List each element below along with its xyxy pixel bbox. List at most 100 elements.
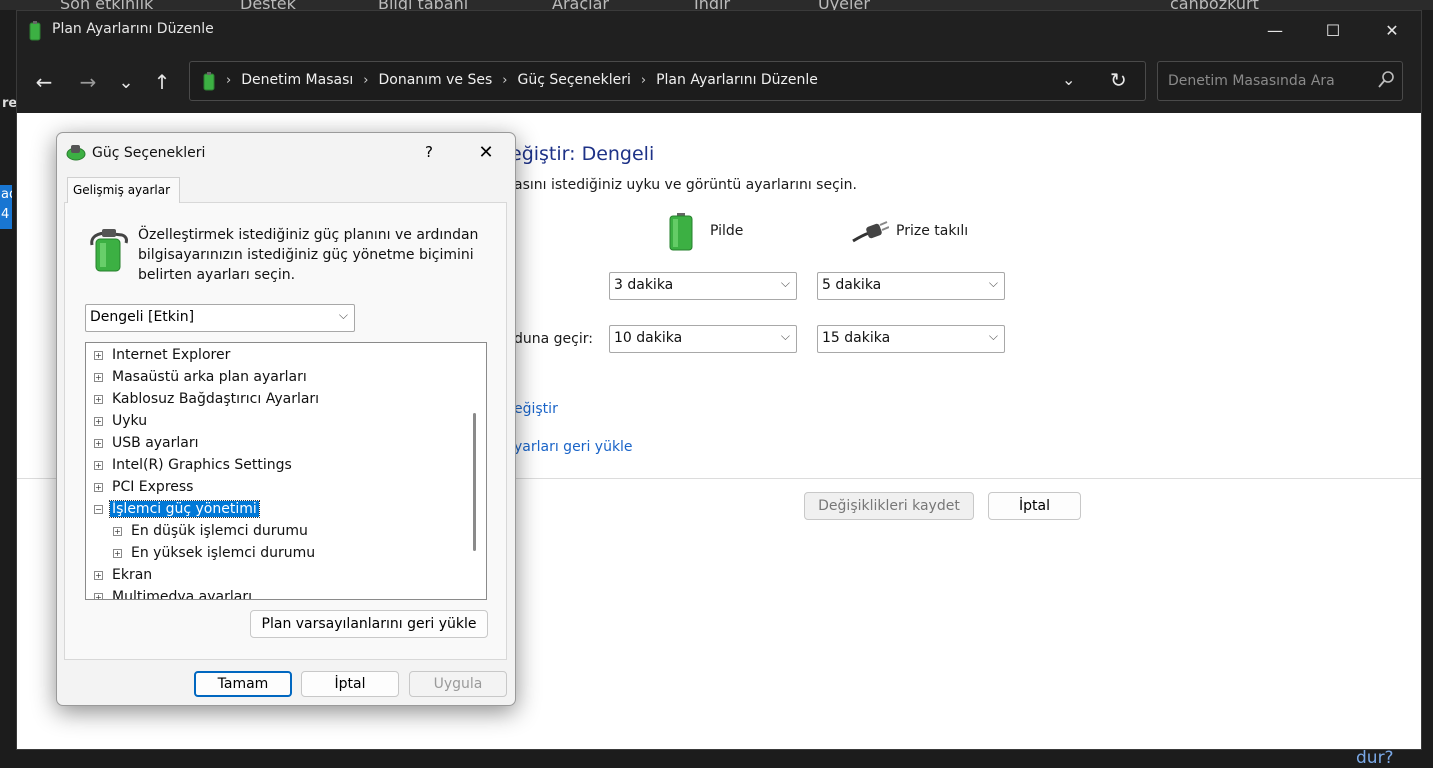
power-plan-icon [90,229,128,272]
chevron-down-icon: ⌵ [780,276,790,290]
expand-icon[interactable]: + [94,416,103,426]
search-input[interactable]: Denetim Masasında Ara [1157,61,1403,101]
close-button[interactable]: ✕ [1363,11,1421,49]
expand-icon[interactable]: + [94,592,103,599]
restore-defaults-link[interactable]: yarları geri yükle [514,439,633,455]
back-button[interactable]: ← [27,67,61,97]
expand-icon[interactable]: + [94,372,103,382]
breadcrumb-item-hardware[interactable]: Donanım ve Ses [378,72,492,88]
tree-item-label: Ekran [112,567,153,583]
tree-scrollbar[interactable] [473,413,476,551]
tree-item-label: En düşük işlemci durumu [131,523,308,539]
battery-app-icon [29,21,41,41]
breadcrumb: › Denetim Masası › Donanım ve Ses › Güç … [226,72,818,88]
display-off-plugged-value: 5 dakika [822,277,882,293]
expand-icon[interactable]: + [94,460,103,470]
minimize-button[interactable]: — [1246,11,1304,49]
tree-item-label: Intel(R) Graphics Settings [112,457,292,473]
chevron-right-icon: › [363,72,369,88]
tree-item-desktop-background[interactable]: + Masaüstü arka plan ayarları [94,366,309,388]
expand-icon[interactable]: + [94,394,103,404]
sleep-row-label: duna geçir: [514,331,593,347]
tree-item-usb[interactable]: + USB ayarları [94,432,201,454]
expand-icon[interactable]: + [113,526,122,536]
tree-item-pci-express[interactable]: + PCI Express [94,476,195,498]
expand-icon[interactable]: + [113,548,122,558]
column-plugged-in: Prize takılı [896,223,969,239]
display-off-battery-select[interactable]: 3 dakika ⌵ [609,272,797,300]
column-on-battery: Pilde [710,223,744,239]
breadcrumb-item-power-options[interactable]: Güç Seçenekleri [517,72,630,88]
recent-locations-button[interactable]: ⌄ [109,67,143,97]
address-dropdown-icon[interactable]: ⌄ [1062,70,1075,89]
settings-tree[interactable]: + Internet Explorer + Masaüstü arka plan… [85,342,487,600]
bg-tab-support: Destek [240,0,296,10]
search-icon[interactable] [1378,71,1394,89]
background-browser-tabs: Son etkinlik Destek Bilgi tabanı Araçlar… [0,0,1433,10]
tree-item-internet-explorer[interactable]: + Internet Explorer [94,344,232,366]
tree-item-label: Kablosuz Bağdaştırıcı Ayarları [112,391,320,407]
tree-item-intel-graphics[interactable]: + Intel(R) Graphics Settings [94,454,294,476]
up-button[interactable]: ↑ [145,67,179,97]
tree-item-label: PCI Express [112,479,194,495]
background-right-text: dur? [1356,748,1394,768]
tree-item-label: İşlemci güç yönetimi [109,500,260,518]
power-plan-select[interactable]: Dengeli [Etkin] ⌵ [85,304,355,332]
chevron-down-icon: ⌵ [988,329,998,343]
tree-item-max-processor-state[interactable]: + En yüksek işlemci durumu [113,542,317,564]
tree-item-label: En yüksek işlemci durumu [131,545,316,561]
breadcrumb-item-control-panel[interactable]: Denetim Masası [241,72,353,88]
title-bar: Plan Ayarlarını Düzenle — ☐ ✕ [17,11,1421,51]
expand-icon[interactable]: + [94,438,103,448]
chevron-down-icon: ⌵ [338,308,348,322]
advanced-settings-panel: Özelleştirmek istediğiniz güç planını ve… [64,202,507,660]
chevron-right-icon: › [640,72,647,88]
chevron-down-icon: ⌵ [780,329,790,343]
control-panel-icon [203,72,215,91]
power-options-dialog: Güç Seçenekleri ? ✕ Gelişmiş ayarlar Öze… [56,132,516,706]
display-off-plugged-select[interactable]: 5 dakika ⌵ [817,272,1005,300]
tree-item-min-processor-state[interactable]: + En düşük işlemci durumu [113,520,310,542]
refresh-icon[interactable]: ↻ [1110,68,1127,92]
apply-button[interactable]: Uygula [409,671,507,697]
plug-icon [852,221,889,243]
tree-item-label: Internet Explorer [112,347,231,363]
navigation-bar: ← → ⌄ ↑ › Denetim Masası › Donanım ve Se… [17,55,1421,111]
chevron-down-icon: ⌵ [988,276,998,290]
bg-tab-download: İndir [694,0,731,10]
maximize-button[interactable]: ☐ [1304,11,1362,49]
tree-item-label: Uyku [112,413,148,429]
tree-item-processor-power[interactable]: − İşlemci güç yönetimi [94,498,260,520]
address-bar[interactable]: › Denetim Masası › Donanım ve Ses › Güç … [189,61,1146,101]
forward-button[interactable]: → [71,67,105,97]
tree-item-label: Multimedya ayarları [112,589,252,600]
sleep-battery-select[interactable]: 10 dakika ⌵ [609,325,797,353]
power-options-icon [66,145,86,161]
restore-plan-defaults-button[interactable]: Plan varsayılanlarını geri yükle [250,610,488,638]
page-title: eğiştir: Dengeli [510,143,655,165]
breadcrumb-item-edit-plan[interactable]: Plan Ayarlarını Düzenle [656,72,818,88]
window-title: Plan Ayarlarını Düzenle [52,21,214,37]
dialog-cancel-button[interactable]: İptal [301,671,399,697]
battery-icon [669,213,693,251]
tree-item-display[interactable]: + Ekran [94,564,154,586]
tree-item-wireless-adapter[interactable]: + Kablosuz Bağdaştırıcı Ayarları [94,388,321,410]
sleep-plugged-select[interactable]: 15 dakika ⌵ [817,325,1005,353]
help-button[interactable]: ? [419,141,439,163]
background-left-text: re [2,96,18,111]
bg-tab-user: canbozkurt [1170,0,1259,10]
expand-icon[interactable]: + [94,570,103,580]
ok-button[interactable]: Tamam [194,671,292,697]
chevron-right-icon: › [226,72,232,88]
tab-advanced-settings[interactable]: Gelişmiş ayarlar [67,177,180,203]
tree-item-multimedia[interactable]: + Multimedya ayarları [94,586,254,600]
dialog-close-button[interactable]: ✕ [469,139,503,165]
expand-icon[interactable]: + [94,350,103,360]
save-changes-button[interactable]: Değişiklikleri kaydet [804,492,974,520]
cancel-button[interactable]: İptal [988,492,1081,520]
expand-icon[interactable]: + [94,482,103,492]
collapse-icon[interactable]: − [94,504,103,514]
search-placeholder: Denetim Masasında Ara [1168,73,1335,89]
advanced-settings-link[interactable]: eğiştir [514,401,558,417]
tree-item-sleep[interactable]: + Uyku [94,410,149,432]
